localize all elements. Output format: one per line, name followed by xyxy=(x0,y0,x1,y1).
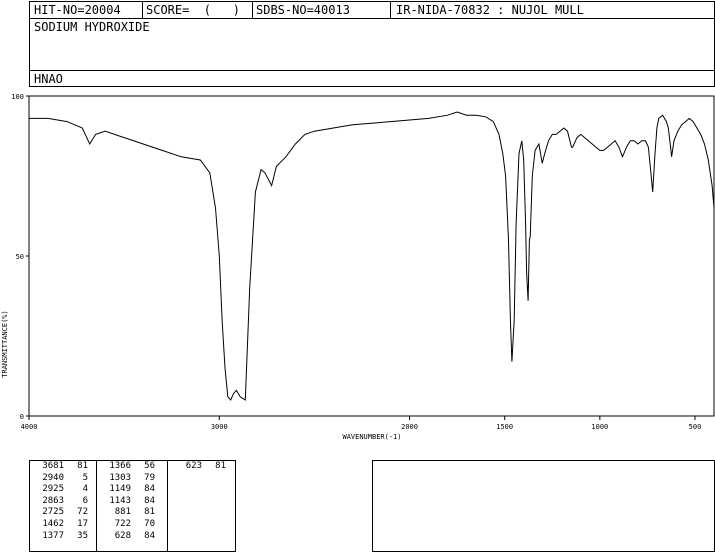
peak-transmittance: 35 xyxy=(77,530,88,541)
peak-row: 628 84 xyxy=(97,531,167,543)
peak-row: 2863 6 xyxy=(30,496,96,508)
compound-name: SODIUM HYDROXIDE xyxy=(34,20,150,34)
peak-row: 1377 35 xyxy=(30,531,96,543)
x-tick-label: 2000 xyxy=(401,423,418,431)
y-tick-label: 100 xyxy=(11,93,24,101)
peak-transmittance: 84 xyxy=(144,484,155,495)
peak-transmittance: 81 xyxy=(144,507,155,518)
peak-wavenumber: 1462 xyxy=(42,518,64,529)
peak-wavenumber: 628 xyxy=(114,530,131,541)
spectrum-line xyxy=(29,111,715,401)
peak-wavenumber: 1143 xyxy=(109,495,131,506)
x-tick-label: 1000 xyxy=(591,423,608,431)
molecular-formula: HNAO xyxy=(34,72,63,86)
x-tick-label: 500 xyxy=(689,423,702,431)
peak-row: 2940 5 xyxy=(30,473,96,485)
peak-wavenumber: 1149 xyxy=(109,484,131,495)
peak-transmittance: 4 xyxy=(82,484,88,495)
peak-column-2: 1366 56 1303 79 1149 84 1143 84 881 81 722 70 628 84 xyxy=(97,461,167,551)
peak-transmittance: 70 xyxy=(144,518,155,529)
peak-transmittance: 17 xyxy=(77,518,88,529)
peak-transmittance: 5 xyxy=(82,472,88,483)
ir-nida: IR-NIDA-70832 : NUJOL MULL xyxy=(396,3,584,17)
x-tick-label: 3000 xyxy=(211,423,228,431)
x-tick-label: 1500 xyxy=(496,423,513,431)
peak-wavenumber: 722 xyxy=(114,518,131,529)
peak-row: 722 70 xyxy=(97,519,167,531)
peak-wavenumber: 2940 xyxy=(42,472,64,483)
y-axis-label: TRANSMITTANCE(%) xyxy=(1,310,9,377)
peak-wavenumber: 2863 xyxy=(42,495,64,506)
peak-wavenumber: 2925 xyxy=(42,484,64,495)
peak-row: 881 81 xyxy=(97,507,167,519)
peak-wavenumber: 623 xyxy=(185,461,202,471)
y-tick-label: 0 xyxy=(20,413,24,421)
peak-row: 1462 17 xyxy=(30,519,96,531)
sdbs-no: SDBS-NO=40013 xyxy=(256,3,350,17)
peak-column-3: 623 81 xyxy=(168,461,236,551)
peak-table: 3681 81 2940 5 2925 4 2863 6 2725 72 1462 17 1377 35 … xyxy=(29,460,236,552)
peak-transmittance: 81 xyxy=(215,461,226,471)
score: SCORE= ( ) xyxy=(146,3,240,17)
peak-wavenumber: 1377 xyxy=(42,530,64,541)
peak-wavenumber: 1303 xyxy=(109,472,131,483)
peak-row: 3681 81 xyxy=(30,461,96,473)
peak-transmittance: 79 xyxy=(144,472,155,483)
x-tick-label: 4000 xyxy=(21,423,38,431)
peak-row: 1149 84 xyxy=(97,484,167,496)
peak-transmittance: 84 xyxy=(144,530,155,541)
peak-transmittance: 81 xyxy=(77,461,88,471)
x-axis-label: WAVENUMBER(-1) xyxy=(342,433,401,441)
peak-transmittance: 72 xyxy=(77,507,88,518)
peak-column-1: 3681 81 2940 5 2925 4 2863 6 2725 72 1462 17 1377 35 xyxy=(30,461,96,551)
peak-transmittance: 6 xyxy=(82,495,88,506)
peak-row: 1366 56 xyxy=(97,461,167,473)
peak-wavenumber: 881 xyxy=(114,507,131,518)
peak-row: 2725 72 xyxy=(30,507,96,519)
structure-panel xyxy=(372,460,715,552)
y-tick-label: 50 xyxy=(16,253,24,261)
hit-no: HIT-NO=20004 xyxy=(34,3,121,17)
peak-wavenumber: 1366 xyxy=(109,461,131,471)
peak-wavenumber: 2725 xyxy=(42,507,64,518)
peak-row: 1303 79 xyxy=(97,473,167,485)
peak-row: 2925 4 xyxy=(30,484,96,496)
peak-transmittance: 84 xyxy=(144,495,155,506)
peak-wavenumber: 3681 xyxy=(42,461,64,471)
peak-row: 1143 84 xyxy=(97,496,167,508)
peak-row: 623 81 xyxy=(168,461,236,473)
header-panel: HIT-NO=20004 SCORE= ( ) SDBS-NO=40013 IR… xyxy=(29,1,715,87)
peak-transmittance: 56 xyxy=(144,461,155,471)
